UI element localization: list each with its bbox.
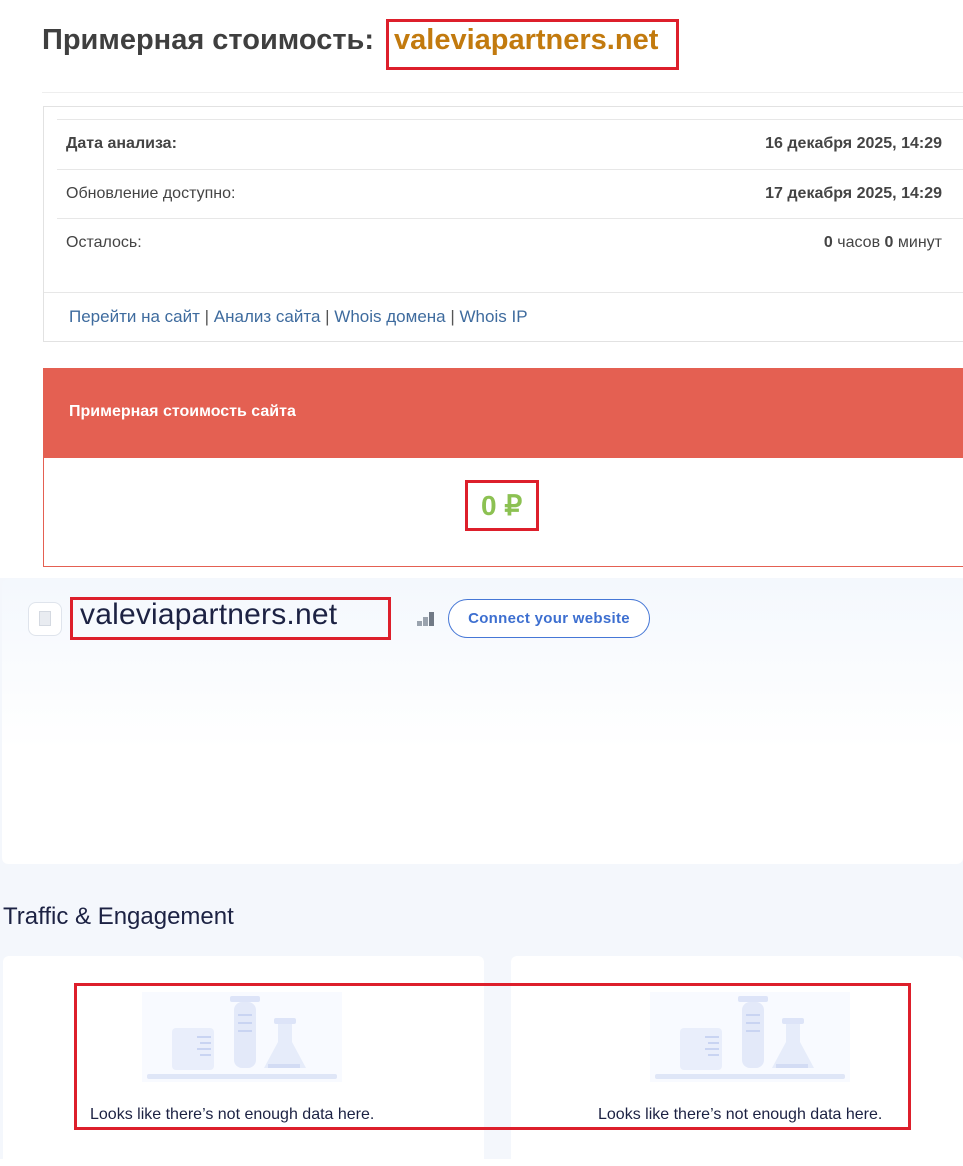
update-available-value: 17 декабря 2025, 14:29 xyxy=(765,185,942,202)
document-icon xyxy=(39,611,51,626)
remaining-minutes-unit: минут xyxy=(897,234,942,251)
highlight-box xyxy=(465,480,539,531)
highlight-box xyxy=(74,983,911,1130)
link-separator: | xyxy=(204,307,210,326)
analysis-date-value: 16 декабря 2025, 14:29 xyxy=(765,135,942,152)
update-available-label: Обновление доступно: xyxy=(66,185,236,202)
page-title: Примерная стоимость: xyxy=(42,24,375,56)
go-to-site-link[interactable]: Перейти на сайт xyxy=(69,307,200,326)
whois-ip-link[interactable]: Whois IP xyxy=(460,307,528,326)
divider xyxy=(44,292,963,293)
cost-panel-title: Примерная стоимость сайта xyxy=(69,403,296,420)
divider xyxy=(42,92,963,93)
section-title: Traffic & Engagement xyxy=(3,903,234,930)
highlight-box xyxy=(70,597,391,640)
link-separator: | xyxy=(325,307,330,326)
remaining-hours-unit: часов xyxy=(837,234,881,251)
analysis-date-label: Дата анализа: xyxy=(66,135,177,152)
site-analysis-link[interactable]: Анализ сайта xyxy=(214,307,321,326)
divider xyxy=(57,169,963,170)
link-separator: | xyxy=(450,307,455,326)
remaining-minutes: 0 xyxy=(884,234,894,251)
site-links: Перейти на сайт | Анализ сайта | Whois д… xyxy=(69,307,528,327)
highlight-box xyxy=(386,19,679,70)
whois-domain-link[interactable]: Whois домена xyxy=(334,307,445,326)
divider xyxy=(57,119,963,120)
divider xyxy=(57,218,963,219)
remaining-hours: 0 xyxy=(823,234,833,251)
connect-website-button[interactable]: Connect your website xyxy=(448,599,650,638)
remaining-value: 0 часов 0 минут xyxy=(824,234,942,252)
signal-bars-icon xyxy=(417,612,434,626)
remaining-label: Осталось: xyxy=(66,234,142,251)
